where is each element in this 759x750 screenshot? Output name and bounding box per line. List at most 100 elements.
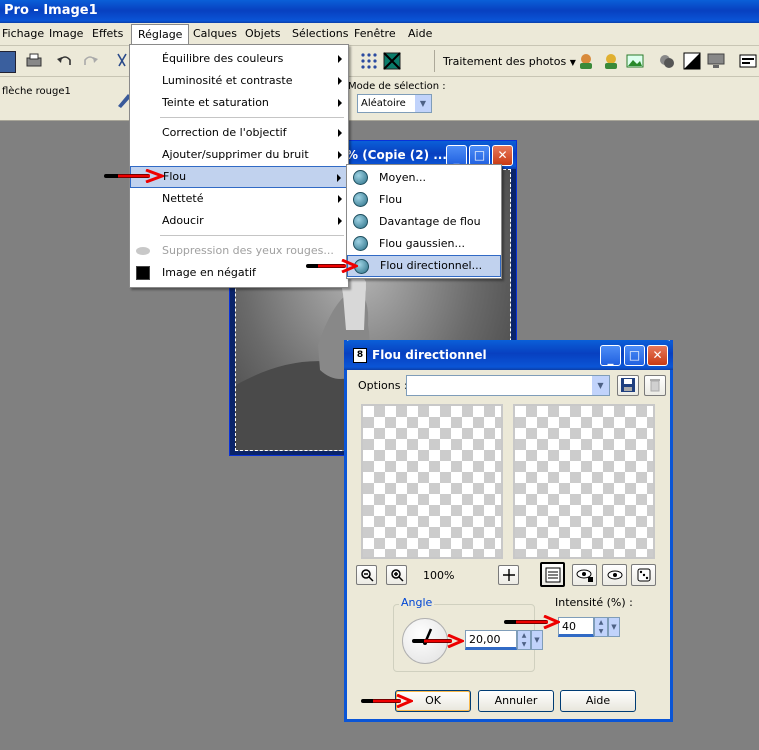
pan-button[interactable] (498, 565, 519, 585)
save-icon[interactable] (0, 51, 16, 73)
annotation-arrow-angle (412, 634, 464, 648)
delete-preset-button[interactable] (644, 375, 666, 396)
annotation-arrow-blur (104, 169, 164, 183)
dice-icon (637, 568, 650, 582)
randomize-button[interactable] (631, 564, 656, 586)
options-label: Options : (358, 379, 408, 392)
preview-toggle-button[interactable] (572, 564, 597, 586)
preview-options-button[interactable] (540, 562, 565, 587)
cancel-button[interactable]: Annuler (478, 690, 554, 712)
redo-icon[interactable] (80, 51, 100, 71)
layers-icon[interactable] (657, 51, 677, 71)
dialog-title-bar[interactable]: 8 Flou directionnel _ □ ✕ (344, 340, 673, 370)
crop-icon[interactable] (382, 51, 402, 71)
submenu-arrow-icon (338, 99, 342, 107)
selection-mode-label: Mode de sélection : (348, 81, 446, 92)
menu-item-lens-correction[interactable]: Correction de l'objectif (130, 122, 348, 144)
submenu-arrow-icon (338, 195, 342, 203)
help-button[interactable]: Aide (560, 690, 636, 712)
menu-aide[interactable]: Aide (408, 27, 432, 40)
intensity-value: 40 (562, 620, 576, 633)
menu-effets[interactable]: Effets (92, 27, 123, 40)
submenu-item-gaussian-blur[interactable]: Flou gaussien... (347, 233, 501, 255)
zoom-out-button[interactable] (356, 565, 377, 585)
app-title-bar[interactable]: Pro - Image1 (0, 0, 759, 23)
submenu-arrow-icon (337, 174, 341, 182)
selection-mode-select[interactable]: Aléatoire ▼ (357, 94, 432, 113)
annotation-arrow-ok (361, 694, 413, 708)
layer-name-label: flèche rouge1 (2, 86, 71, 97)
portrait-tool-icon[interactable] (601, 51, 621, 71)
dropdown-arrow-icon: ▼ (569, 58, 576, 67)
move-icon (502, 569, 515, 581)
menu-separator (160, 235, 344, 236)
tool-options-bar: flèche rouge1 Mode de sélection : Aléato… (0, 77, 759, 121)
menu-calques[interactable]: Calques (193, 27, 237, 40)
annotation-arrow-motion-blur (306, 259, 358, 273)
menu-item-soften[interactable]: Adoucir (130, 210, 348, 232)
landscape-tool-icon[interactable] (625, 51, 645, 71)
menu-image[interactable]: Image (49, 27, 83, 40)
dialog-close-icon[interactable]: ✕ (647, 345, 668, 366)
photo-processing-label: Traitement des photos (443, 55, 567, 68)
dialog-maximize-icon[interactable]: □ (624, 345, 645, 366)
image-window-title: % (Copie (2) ... (346, 148, 447, 162)
undo-icon[interactable] (55, 51, 75, 71)
preview-before[interactable] (361, 404, 503, 559)
menu-fichier[interactable]: Fichage (2, 27, 44, 40)
grid-icon[interactable] (359, 51, 379, 71)
blur-submenu: Moyen... Flou Davantage de flou Flou gau… (346, 164, 502, 279)
eye-lock-icon (576, 569, 593, 582)
submenu-arrow-icon (338, 217, 342, 225)
menu-selections[interactable]: Sélections (292, 27, 348, 40)
submenu-item-blur-more[interactable]: Davantage de flou (347, 211, 501, 233)
menu-item-noise[interactable]: Ajouter/supprimer du bruit (130, 144, 348, 166)
app-title: Pro - Image1 (4, 3, 98, 18)
dialog-minimize-icon[interactable]: _ (600, 345, 621, 366)
reglage-menu: Équilibre des couleurs Luminosité et con… (129, 44, 349, 288)
menu-reglage[interactable]: Réglage (131, 24, 190, 44)
menu-item-color-balance[interactable]: Équilibre des couleurs (130, 48, 348, 70)
preview-after[interactable] (513, 404, 655, 559)
annotation-arrow-intensity (504, 615, 560, 629)
menu-item-hue-saturation[interactable]: Teinte et saturation (130, 92, 348, 114)
options-select[interactable]: ▼ (406, 375, 610, 396)
submenu-arrow-icon (338, 55, 342, 63)
menu-item-brightness-contrast[interactable]: Luminosité et contraste (130, 70, 348, 92)
dialog-title: Flou directionnel (372, 348, 487, 362)
dialog-app-icon: 8 (353, 348, 367, 363)
angle-dropdown[interactable]: ▼ (531, 630, 543, 650)
menu-item-sharpen[interactable]: Netteté (130, 188, 348, 210)
intensity-input[interactable]: 40 (558, 617, 594, 637)
preview-image-button[interactable] (602, 564, 627, 586)
intensity-spin[interactable]: ▲ ▼ (594, 617, 608, 637)
blur-average-icon (353, 170, 368, 185)
zoom-in-icon (390, 569, 404, 582)
submenu-item-average[interactable]: Moyen... (347, 167, 501, 189)
submenu-arrow-icon (338, 129, 342, 137)
save-preset-button[interactable] (617, 375, 639, 396)
maximize-icon[interactable]: □ (469, 145, 490, 166)
menu-fenetre[interactable]: Fenêtre (354, 27, 396, 40)
main-toolbar: Traitement des photos ▼ (0, 46, 759, 77)
contrast-icon[interactable] (682, 51, 702, 71)
blur-icon (353, 192, 368, 207)
close-icon[interactable]: ✕ (492, 145, 513, 166)
minimize-icon[interactable]: _ (446, 145, 467, 166)
zoom-out-icon (360, 569, 374, 582)
zoom-in-button[interactable] (386, 565, 407, 585)
menu-objets[interactable]: Objets (245, 27, 281, 40)
angle-spin[interactable]: ▲ ▼ (517, 630, 531, 650)
intensity-dropdown[interactable]: ▼ (608, 617, 620, 637)
photo-processing-dropdown[interactable]: Traitement des photos ▼ (443, 55, 576, 68)
eye-icon (607, 570, 622, 580)
submenu-item-blur[interactable]: Flou (347, 189, 501, 211)
print-icon[interactable] (24, 51, 44, 71)
angle-input[interactable]: 20,00 (465, 630, 517, 650)
monitor-icon[interactable] (706, 51, 726, 71)
submenu-item-motion-blur[interactable]: Flou directionnel... (347, 255, 501, 277)
script-icon[interactable] (738, 51, 758, 71)
red-eye-tool-icon[interactable] (576, 51, 596, 71)
submenu-arrow-icon (338, 77, 342, 85)
chevron-down-icon: ▼ (415, 95, 431, 112)
